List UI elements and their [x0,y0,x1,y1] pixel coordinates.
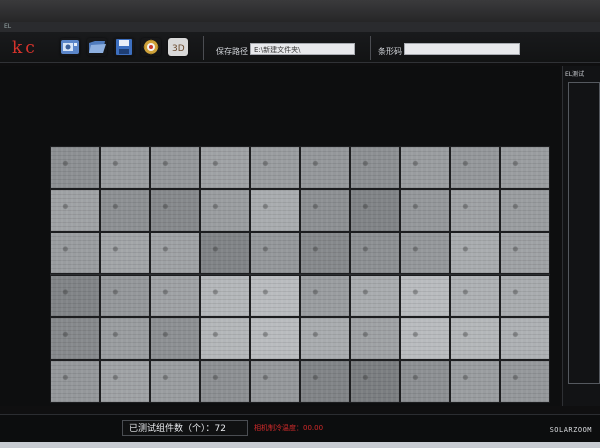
solar-cell [350,360,400,403]
solar-cell [150,231,200,275]
solar-cell [200,317,250,361]
solar-cell [200,188,250,232]
solar-cell [450,360,500,403]
svg-text:3D: 3D [172,44,185,54]
toolbar-divider [370,36,371,60]
solar-cell [350,188,400,232]
solar-cell [450,146,500,189]
solar-cell [100,188,150,232]
solar-cell [250,231,300,275]
tested-count-value: 72 [214,424,226,434]
solar-cell [400,274,450,318]
tested-count-label: 已测试组件数（个）： [129,424,215,434]
camera-icon[interactable] [60,38,80,56]
el-image [50,146,550,403]
solar-cell [50,317,100,361]
settings-gear-icon[interactable] [141,38,161,56]
solar-cell [200,146,250,189]
app-logo: kc [12,38,38,58]
solar-cell [500,188,550,232]
solar-cell [150,146,200,189]
solar-cell [300,317,350,361]
save-path-label: 保存路径 [216,47,248,56]
solar-cell [400,317,450,361]
el-test-panel: EL测试 [562,66,600,406]
solar-cell [350,274,400,318]
solar-cell [300,188,350,232]
image-panel [0,66,560,406]
solar-cell [200,360,250,403]
save-path-input[interactable]: E:\新建文件夹\ [250,43,355,55]
solar-cell [100,360,150,403]
barcode-input[interactable] [404,43,520,55]
solar-cell [400,231,450,275]
solar-cell [450,188,500,232]
solar-cell [350,317,400,361]
el-test-panel-box [568,82,600,384]
solar-cell [250,274,300,318]
barcode-label: 条形码 [378,47,402,56]
solar-cell [50,231,100,275]
solar-cell [200,231,250,275]
folder-icon[interactable] [87,38,107,56]
solar-cell [500,146,550,189]
solar-cell [450,317,500,361]
toolbar: kc 3D 保存路径 E:\新建文件夹\ 条形码 [0,32,600,63]
toolbar-divider [203,36,204,60]
solar-cell [400,146,450,189]
solar-cell [250,317,300,361]
taskbar [0,442,600,448]
solar-cell [50,360,100,403]
status-bar: 已测试组件数（个）：72 相机制冷温度：00.00 [0,414,600,443]
solar-cell [300,274,350,318]
solar-cell [250,146,300,189]
solar-cell [150,360,200,403]
el-tester-window: EL kc 3D 保存路径 E:\新建文件夹\ 条形码 EL测试 已测试组件数（… [0,22,600,443]
solar-cell [50,188,100,232]
solar-cell [500,317,550,361]
solar-cell [50,274,100,318]
solar-cell [450,231,500,275]
solar-cell [100,274,150,318]
solar-cell [400,360,450,403]
solar-cell [150,188,200,232]
solar-cell [50,146,100,189]
solar-cell [300,231,350,275]
monitor-bezel [0,0,600,22]
camera-temperature: 相机制冷温度：00.00 [254,424,324,432]
solar-cell [500,274,550,318]
solar-cell [250,360,300,403]
watermark: SOLARZOOM [549,426,592,434]
solar-cell [300,360,350,403]
solar-cell [100,317,150,361]
solar-cell [300,146,350,189]
solar-cell [450,274,500,318]
solar-cell [400,188,450,232]
tested-count-box: 已测试组件数（个）：72 [122,420,248,436]
solar-cell [200,274,250,318]
solar-cell [500,231,550,275]
solar-cell [350,231,400,275]
solar-cell [250,188,300,232]
solar-cell [150,274,200,318]
solar-cell [150,317,200,361]
solar-cell [350,146,400,189]
solar-cell [100,146,150,189]
window-title: EL [0,22,600,32]
el-test-panel-title: EL测试 [565,71,585,78]
solar-cell [100,231,150,275]
solar-cell [500,360,550,403]
save-icon[interactable] [114,38,134,56]
3d-view-icon[interactable]: 3D [168,38,188,56]
